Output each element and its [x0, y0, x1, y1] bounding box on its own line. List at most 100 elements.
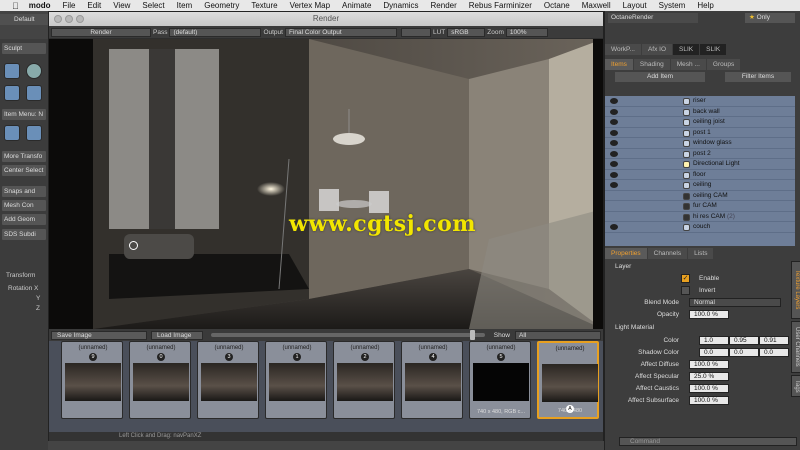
list-item[interactable]: post 1	[605, 128, 795, 138]
torus-icon[interactable]	[4, 85, 20, 101]
tab-slik-2[interactable]: SLIK	[700, 44, 727, 55]
menu-view[interactable]: View	[107, 1, 136, 10]
visibility-eye-icon[interactable]	[610, 129, 618, 136]
blend-mode-dropdown[interactable]: Normal	[689, 298, 781, 307]
light-material-section-header[interactable]: Light Material	[605, 323, 791, 333]
shadow-b-field[interactable]: 0.0	[759, 348, 789, 357]
shadow-g-field[interactable]: 0.0	[729, 348, 759, 357]
save-image-button[interactable]: Save Image	[51, 330, 147, 340]
enable-checkbox[interactable]: ✓	[681, 274, 690, 283]
shadow-r-field[interactable]: 0.0	[699, 348, 729, 357]
octane-render-tab[interactable]: OctaneRender	[608, 13, 698, 23]
filter-items-button[interactable]: Filter Items	[725, 72, 791, 82]
tab-workplane[interactable]: WorkP...	[605, 44, 641, 55]
only-toggle[interactable]: ★ Only	[745, 13, 795, 23]
list-item[interactable]: back wall	[605, 107, 795, 117]
visibility-eye-icon[interactable]	[610, 140, 618, 146]
menu-animate[interactable]: Animate	[336, 1, 377, 10]
render-thumbnail[interactable]: (unnamed) 0	[129, 341, 191, 419]
invert-checkbox[interactable]	[681, 286, 690, 295]
list-item[interactable]: hi res CAM (2)	[605, 212, 795, 222]
list-item[interactable]: post 2	[605, 149, 795, 159]
linear-dropdown[interactable]	[400, 27, 431, 37]
tab-slik-1[interactable]: SLIK	[673, 44, 700, 55]
output-dropdown[interactable]: Final Color Output	[284, 27, 397, 37]
color-r-field[interactable]: 1.0	[699, 336, 729, 345]
show-dropdown[interactable]: All	[515, 330, 601, 340]
list-item[interactable]: couch	[605, 222, 795, 233]
menu-layout[interactable]: Layout	[617, 1, 653, 10]
visibility-eye-icon[interactable]	[610, 161, 618, 167]
layout-dropdown[interactable]: Default	[0, 14, 48, 25]
maximize-icon[interactable]	[76, 15, 84, 23]
lut-dropdown[interactable]: sRGB	[447, 27, 486, 37]
tags-side-tab[interactable]: Tags	[791, 375, 800, 397]
user-channels-side-tab[interactable]: User Channels	[791, 321, 800, 373]
snaps-button[interactable]: Snaps and	[2, 186, 46, 197]
list-item[interactable]: fur CAM	[605, 201, 795, 212]
render-thumbnail[interactable]: (unnamed) 5 740 x 480, RGB c...	[469, 341, 531, 419]
minimize-icon[interactable]	[65, 15, 73, 23]
list-item[interactable]: ceiling joist	[605, 117, 795, 128]
tab-groups[interactable]: Groups	[706, 59, 741, 70]
menu-render[interactable]: Render	[425, 1, 463, 10]
menu-rebus-farminizer[interactable]: Rebus Farminizer	[463, 1, 538, 10]
add-item-button[interactable]: Add Item	[615, 72, 705, 82]
visibility-eye-icon[interactable]	[610, 224, 618, 230]
tab-shading[interactable]: Shading	[633, 59, 670, 70]
menu-dynamics[interactable]: Dynamics	[377, 1, 424, 10]
visibility-eye-icon[interactable]	[610, 171, 618, 178]
center-select-button[interactable]: Center Select	[2, 165, 46, 176]
render-thumbnail[interactable]: (unnamed) 3	[197, 341, 259, 419]
texture-layers-side-tab[interactable]: Texture Layers	[791, 261, 800, 319]
opacity-field[interactable]: 100.0 %	[689, 310, 729, 319]
list-item[interactable]: ceiling CAM	[605, 191, 795, 201]
command-input[interactable]: Command	[619, 437, 797, 446]
tab-items[interactable]: Items	[605, 59, 633, 70]
visibility-eye-icon[interactable]	[610, 98, 618, 104]
tab-channels[interactable]: Channels	[647, 248, 688, 259]
more-transform-button[interactable]: More Transfo	[2, 151, 46, 162]
cube-icon[interactable]	[4, 63, 20, 79]
color-g-field[interactable]: 0.95	[729, 336, 759, 345]
visibility-eye-icon[interactable]	[610, 119, 618, 125]
close-icon[interactable]	[54, 15, 62, 23]
tab-afx-io[interactable]: Afx IO	[641, 44, 673, 55]
tab-mesh[interactable]: Mesh ...	[670, 59, 706, 70]
load-image-button[interactable]: Load Image	[151, 330, 203, 340]
render-thumbnail[interactable]: (unnamed) 4	[401, 341, 463, 419]
list-item[interactable]: Directional Light	[605, 159, 795, 170]
render-thumbnail[interactable]: (unnamed) 1	[265, 341, 327, 419]
menu-file[interactable]: File	[57, 1, 82, 10]
render-thumbnail[interactable]: (unnamed) 2	[333, 341, 395, 419]
render-window-titlebar[interactable]: Render	[49, 12, 603, 26]
sds-subdivide-button[interactable]: SDS Subdi	[2, 229, 46, 240]
sphere-icon[interactable]	[26, 63, 42, 79]
deform-icon[interactable]	[26, 85, 42, 101]
menu-app[interactable]: modo	[23, 1, 57, 10]
apple-icon[interactable]: 	[0, 1, 23, 11]
mesh-constraint-button[interactable]: Mesh Con	[2, 200, 46, 211]
menu-texture[interactable]: Texture	[245, 1, 283, 10]
slider-knob[interactable]	[469, 330, 475, 340]
visibility-eye-icon[interactable]	[610, 182, 618, 188]
affect-caustics-field[interactable]: 100.0 %	[689, 384, 729, 393]
render-viewport[interactable]: www.cgtsj.com	[49, 39, 603, 329]
list-item[interactable]: ceiling	[605, 180, 795, 191]
sculpt-button[interactable]: Sculpt	[2, 43, 46, 54]
thumbnail-size-slider[interactable]	[211, 330, 485, 340]
tab-properties[interactable]: Properties	[605, 248, 647, 259]
menu-help[interactable]: Help	[691, 1, 719, 10]
visibility-eye-icon[interactable]	[610, 108, 618, 115]
menu-item[interactable]: Item	[171, 1, 199, 10]
list-item[interactable]: window glass	[605, 138, 795, 149]
menu-vertex-map[interactable]: Vertex Map	[284, 1, 336, 10]
menu-maxwell[interactable]: Maxwell	[576, 1, 617, 10]
transform-icon[interactable]	[26, 125, 42, 141]
item-menu-label[interactable]: Item Menu: N	[2, 109, 46, 120]
menu-edit[interactable]: Edit	[81, 1, 107, 10]
affect-subsurface-field[interactable]: 100.0 %	[689, 396, 729, 405]
color-b-field[interactable]: 0.91	[759, 336, 789, 345]
tab-lists[interactable]: Lists	[688, 248, 714, 259]
render-thumbnail-selected[interactable]: (unnamed) A 740 x 480	[537, 341, 599, 419]
